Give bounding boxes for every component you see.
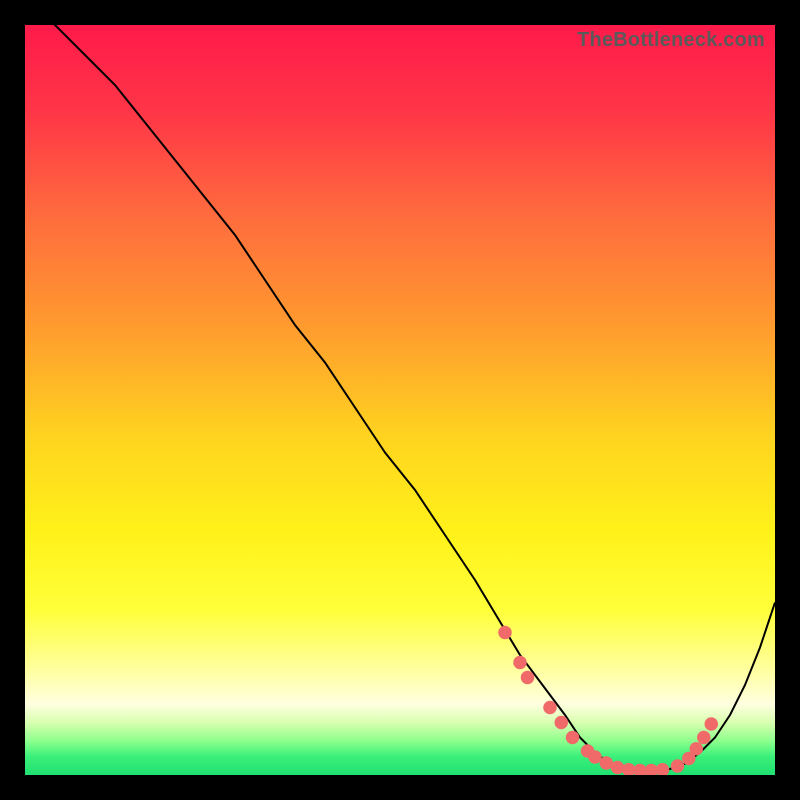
- marker-point: [611, 761, 625, 775]
- marker-point: [513, 656, 527, 670]
- marker-point: [656, 763, 670, 775]
- marker-point: [697, 731, 711, 745]
- attribution-label: TheBottleneck.com: [577, 29, 765, 52]
- marker-point: [521, 671, 535, 685]
- chart-frame: TheBottleneck.com: [0, 0, 800, 800]
- marker-point: [566, 731, 580, 745]
- marker-point: [543, 701, 557, 715]
- marker-point: [498, 626, 512, 640]
- bottleneck-curve: [25, 25, 775, 771]
- highlight-markers: [498, 626, 718, 775]
- marker-point: [690, 742, 704, 756]
- marker-point: [671, 759, 685, 773]
- plot-area: TheBottleneck.com: [25, 25, 775, 775]
- marker-point: [705, 717, 719, 731]
- chart-svg: [25, 25, 775, 775]
- marker-point: [555, 716, 569, 730]
